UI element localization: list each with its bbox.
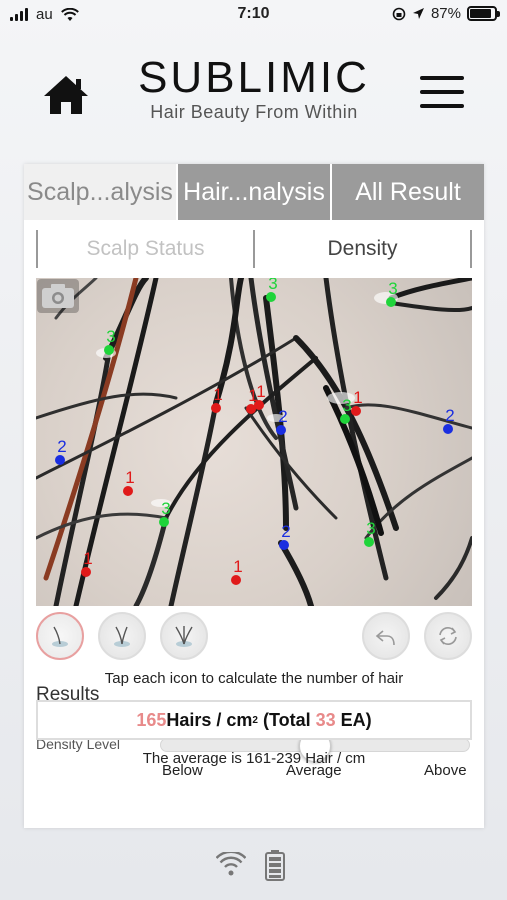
three-hair-icon (175, 626, 193, 647)
marker-dot (266, 292, 276, 302)
density-unit: Hairs / cm (166, 709, 253, 730)
home-icon[interactable] (42, 74, 90, 116)
marker-dot (159, 517, 169, 527)
hair-count-markers: 1 11 111 122 223 33333 (55, 278, 455, 585)
marker-label: 2 (57, 437, 66, 456)
three-hair-tool-button[interactable] (160, 612, 208, 660)
marker-label: 2 (278, 407, 287, 426)
tab-scalp-analysis[interactable]: Scalp...alysis (24, 164, 176, 220)
hamburger-menu-icon[interactable] (420, 76, 464, 110)
tab-hair-analysis[interactable]: Hair...nalysis (178, 164, 330, 220)
brand-logo: SUBLIMIC Hair Beauty From Within (138, 54, 370, 123)
undo-icon (375, 630, 395, 646)
total-prefix: (Total (257, 709, 316, 730)
marker-dot (443, 424, 453, 434)
density-result-box: 165 Hairs / cm 2 (Total 33 EA) (36, 700, 472, 740)
marker-dot (55, 455, 65, 465)
device-battery-icon (265, 850, 285, 881)
two-hair-icon (114, 626, 130, 647)
marker-label: 2 (445, 406, 454, 425)
marker-dot (364, 537, 374, 547)
marker-dot (254, 400, 264, 410)
sub-tabs: Scalp Status Density (36, 230, 472, 268)
location-icon (412, 8, 424, 19)
status-bar: au 7:10 87% (0, 0, 507, 30)
marker-dot (104, 345, 114, 355)
marker-label: 3 (161, 499, 170, 518)
marker-label: 1 (83, 549, 92, 568)
marker-dot (81, 567, 91, 577)
marker-dot (340, 414, 350, 424)
subtab-density[interactable]: Density (253, 230, 472, 268)
marker-dot (279, 540, 289, 550)
marker-label: 1 (125, 468, 134, 487)
app-header: SUBLIMIC Hair Beauty From Within (0, 50, 507, 140)
total-count: 33 (315, 709, 336, 730)
analysis-tabs: Scalp...alysis Hair...nalysis All Result (24, 164, 484, 220)
density-value: 165 (136, 709, 167, 730)
marker-label: 1 (256, 382, 265, 401)
scale-label-above: Above (424, 762, 467, 779)
brand-title: SUBLIMIC (138, 53, 370, 102)
device-wifi-icon (216, 852, 246, 876)
one-hair-icon (52, 626, 68, 647)
scalp-photo: 1 11 111 122 223 33333 (36, 278, 472, 606)
rotation-lock-icon (392, 7, 406, 20)
average-note: The average is 161-239 Hair / cm (142, 750, 366, 767)
marker-label: 1 (213, 385, 222, 404)
marker-label: 3 (388, 279, 397, 298)
battery-percent: 87% (430, 5, 461, 22)
one-hair-tool-button[interactable] (36, 612, 84, 660)
marker-label: 1 (353, 388, 362, 407)
scale-label-average: Average (286, 762, 342, 779)
undo-button[interactable] (362, 612, 410, 660)
marker-dot (123, 486, 133, 496)
marker-label: 1 (233, 557, 242, 576)
brand-subtitle: Hair Beauty From Within (150, 102, 358, 122)
marker-dot (386, 297, 396, 307)
marker-label: 3 (268, 278, 277, 293)
marker-label: 3 (342, 396, 351, 415)
battery-icon (467, 6, 500, 21)
two-hair-tool-button[interactable] (98, 612, 146, 660)
scalp-image: 11111112222333333 (36, 278, 472, 606)
scale-label-below: Below (162, 762, 203, 779)
marker-dot (231, 575, 241, 585)
marker-dot (276, 425, 286, 435)
total-suffix: EA) (335, 709, 372, 730)
marker-label: 3 (366, 519, 375, 538)
refresh-button[interactable] (424, 612, 472, 660)
subtab-scalp-status[interactable]: Scalp Status (36, 230, 253, 268)
refresh-icon (439, 627, 457, 645)
marker-dot (211, 403, 221, 413)
camera-icon[interactable] (36, 278, 80, 314)
marker-dot (351, 406, 361, 416)
analysis-card: Scalp...alysis Hair...nalysis All Result… (24, 164, 484, 828)
tab-all-result[interactable]: All Result (332, 164, 484, 220)
marker-label: 3 (106, 327, 115, 346)
marker-label: 2 (281, 522, 290, 541)
